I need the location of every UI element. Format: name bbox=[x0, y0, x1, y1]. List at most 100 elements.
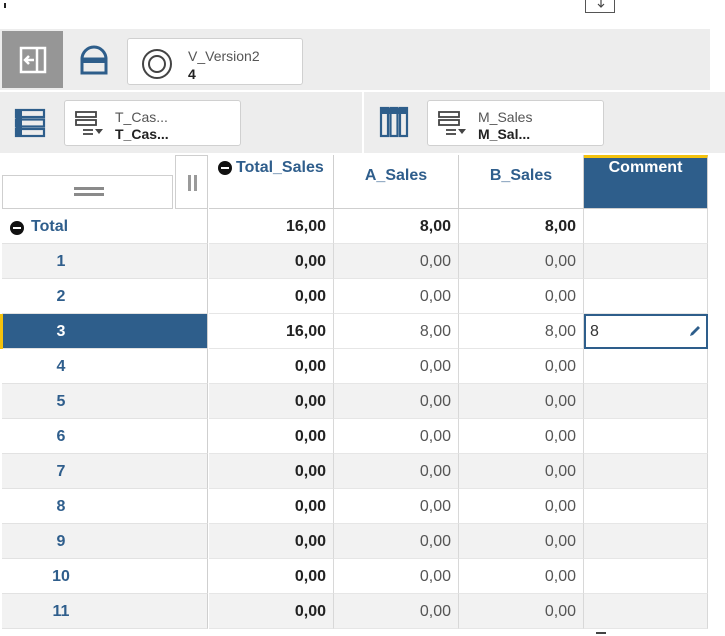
top-toolbar: V_Version2 4 bbox=[0, 29, 710, 90]
row-header[interactable]: 4 bbox=[2, 349, 208, 384]
edit-pencil-icon[interactable] bbox=[688, 324, 702, 338]
row-header[interactable]: 8 bbox=[2, 489, 208, 524]
cell-a-sales[interactable]: 0,00 bbox=[334, 244, 459, 279]
cell-total-sales[interactable]: 0,00 bbox=[209, 279, 334, 314]
cell-comment[interactable] bbox=[584, 209, 708, 244]
cell-a-sales[interactable]: 0,00 bbox=[334, 524, 459, 559]
row-header[interactable]: 6 bbox=[2, 419, 208, 454]
app-stage: V_Version2 4 T_Cas... T_Cas... M_Sales M… bbox=[0, 0, 725, 636]
rows-dimension-value: T_Cas... bbox=[115, 126, 169, 142]
hamburger-icon bbox=[74, 187, 104, 197]
cell-comment[interactable] bbox=[584, 594, 708, 629]
cell-b-sales[interactable]: 0,00 bbox=[459, 244, 584, 279]
row-header[interactable]: 3 bbox=[2, 314, 208, 349]
top-marker bbox=[4, 3, 6, 8]
columns-dimension-selector[interactable]: M_Sales M_Sal... bbox=[427, 100, 604, 146]
columns-dimension-name: M_Sales bbox=[478, 109, 533, 125]
cell-comment[interactable] bbox=[584, 559, 708, 594]
row-label: 1 bbox=[56, 253, 66, 270]
cell-b-sales[interactable]: 0,00 bbox=[459, 454, 584, 489]
rows-dimension-name: T_Cas... bbox=[115, 109, 168, 125]
row-header[interactable]: 5 bbox=[2, 384, 208, 419]
comment-input[interactable]: 8 bbox=[584, 314, 708, 349]
column-header-a-sales[interactable]: A_Sales bbox=[334, 155, 459, 209]
cell-comment[interactable] bbox=[584, 489, 708, 524]
dimension-filter-icon bbox=[438, 111, 466, 135]
cell-total-sales[interactable]: 0,00 bbox=[209, 524, 334, 559]
cell-a-sales[interactable]: 0,00 bbox=[334, 419, 459, 454]
cell-total-sales[interactable]: 0,00 bbox=[209, 419, 334, 454]
cell-comment[interactable] bbox=[584, 349, 708, 384]
column-header-b-sales[interactable]: B_Sales bbox=[459, 155, 584, 209]
version-target-icon bbox=[142, 49, 172, 79]
cell-total-sales[interactable]: 0,00 bbox=[209, 384, 334, 419]
version-name: V_Version2 bbox=[188, 48, 260, 64]
cell-a-sales[interactable]: 0,00 bbox=[334, 454, 459, 489]
cell-a-sales[interactable]: 0,00 bbox=[334, 279, 459, 314]
column-header-total-sales[interactable]: Total_Sales bbox=[209, 155, 334, 209]
cell-comment[interactable] bbox=[584, 279, 708, 314]
cell-b-sales[interactable]: 0,00 bbox=[459, 384, 584, 419]
cell-b-sales[interactable]: 0,00 bbox=[459, 489, 584, 524]
cell-total-sales[interactable]: 0,00 bbox=[209, 489, 334, 524]
cell-b-sales[interactable]: 0,00 bbox=[459, 594, 584, 629]
cell-comment[interactable] bbox=[584, 454, 708, 489]
cell-total-sales[interactable]: 0,00 bbox=[209, 454, 334, 489]
cell-b-sales[interactable]: 0,00 bbox=[459, 279, 584, 314]
toolbar-divider bbox=[362, 92, 364, 153]
cell-comment[interactable] bbox=[584, 419, 708, 454]
collapse-icon[interactable] bbox=[218, 161, 232, 175]
cell-b-sales[interactable]: 0,00 bbox=[459, 349, 584, 384]
cell-total-sales[interactable]: 0,00 bbox=[209, 349, 334, 384]
cell-b-sales[interactable]: 8,00 bbox=[459, 314, 584, 349]
dimension-toolbar: T_Cas... T_Cas... M_Sales M_Sal... bbox=[0, 92, 725, 153]
row-header-total[interactable]: Total bbox=[2, 209, 208, 244]
row-label: 9 bbox=[56, 533, 66, 550]
row-label: 6 bbox=[56, 428, 66, 445]
collapse-icon[interactable] bbox=[10, 221, 24, 235]
row-header[interactable]: 11 bbox=[2, 594, 208, 629]
column-resize-handle[interactable] bbox=[175, 155, 208, 209]
export-icon bbox=[597, 0, 605, 8]
row-header[interactable]: 1 bbox=[2, 244, 208, 279]
cell-a-sales[interactable]: 0,00 bbox=[334, 594, 459, 629]
cell-a-sales[interactable]: 0,00 bbox=[334, 349, 459, 384]
cell-comment[interactable] bbox=[584, 244, 708, 279]
rows-dimension-selector[interactable]: T_Cas... T_Cas... bbox=[64, 100, 241, 146]
row-label: 10 bbox=[52, 568, 70, 585]
cell-total-sales[interactable]: 0,00 bbox=[209, 594, 334, 629]
cell-total-sales[interactable]: 16,00 bbox=[209, 314, 334, 349]
row-header-menu[interactable] bbox=[2, 175, 173, 209]
cell-a-sales[interactable]: 8,00 bbox=[334, 314, 459, 349]
row-label: 3 bbox=[56, 323, 66, 340]
cell-b-sales[interactable]: 0,00 bbox=[459, 419, 584, 454]
cell-comment[interactable] bbox=[584, 384, 708, 419]
row-label: 2 bbox=[56, 288, 66, 305]
cell-a-sales[interactable]: 0,00 bbox=[334, 559, 459, 594]
columns-icon bbox=[379, 106, 409, 138]
cell-a-sales[interactable]: 8,00 bbox=[334, 209, 459, 244]
column-header-comment[interactable]: Comment bbox=[584, 155, 708, 209]
cell-total-sales[interactable]: 16,00 bbox=[209, 209, 334, 244]
row-header[interactable]: 9 bbox=[2, 524, 208, 559]
cell-b-sales[interactable]: 0,00 bbox=[459, 559, 584, 594]
cell-b-sales[interactable]: 0,00 bbox=[459, 524, 584, 559]
print-layout-button[interactable] bbox=[74, 39, 114, 79]
row-label: 8 bbox=[56, 498, 66, 515]
rows-icon bbox=[14, 108, 46, 138]
selected-row-marker bbox=[0, 314, 3, 349]
version-selector[interactable]: V_Version2 4 bbox=[127, 38, 303, 85]
row-header[interactable]: 2 bbox=[2, 279, 208, 314]
row-label: 7 bbox=[56, 463, 66, 480]
cell-a-sales[interactable]: 0,00 bbox=[334, 489, 459, 524]
cell-total-sales[interactable]: 0,00 bbox=[209, 559, 334, 594]
cell-comment[interactable] bbox=[584, 524, 708, 559]
row-header[interactable]: 7 bbox=[2, 454, 208, 489]
columns-dimension-value: M_Sal... bbox=[478, 126, 531, 142]
collapse-panel-button[interactable] bbox=[2, 31, 63, 88]
cell-b-sales[interactable]: 8,00 bbox=[459, 209, 584, 244]
cell-a-sales[interactable]: 0,00 bbox=[334, 384, 459, 419]
cell-total-sales[interactable]: 0,00 bbox=[209, 244, 334, 279]
row-header[interactable]: 10 bbox=[2, 559, 208, 594]
export-button[interactable] bbox=[585, 0, 615, 13]
